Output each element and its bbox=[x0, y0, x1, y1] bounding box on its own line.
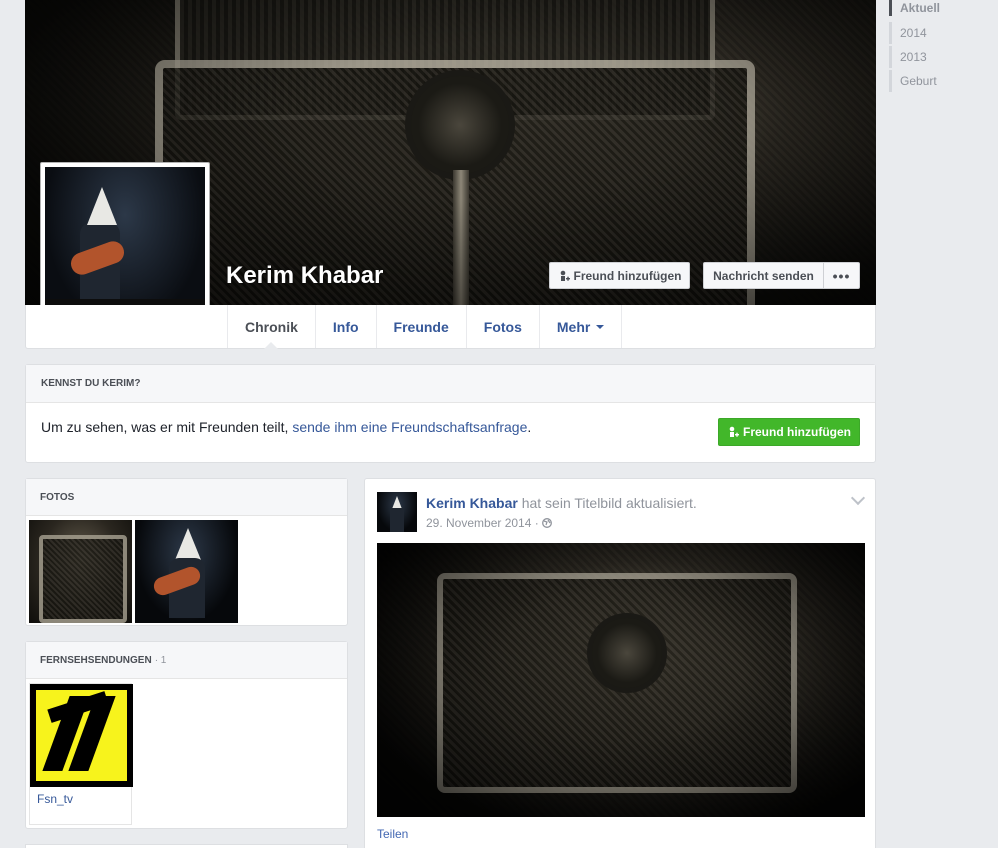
photos-box-heading[interactable]: FOTOS bbox=[26, 479, 347, 516]
tv-show-card[interactable]: Fsn_tv bbox=[29, 683, 133, 825]
tv-shows-heading: FERNSEHSENDUNGEN · 1 bbox=[26, 642, 347, 679]
photos-box: FOTOS bbox=[25, 478, 348, 626]
tab-chronik-label: Chronik bbox=[245, 318, 298, 335]
post-action-text: hat sein Titelbild aktualisiert. bbox=[517, 495, 697, 511]
add-friend-button[interactable]: Freund hinzufügen bbox=[549, 262, 690, 289]
photo-thumbnail[interactable] bbox=[135, 520, 238, 623]
tab-freunde[interactable]: Freunde bbox=[375, 305, 466, 348]
tab-info[interactable]: Info bbox=[314, 305, 376, 348]
know-box-text: Um zu sehen, was er mit Freunden teilt, … bbox=[41, 419, 531, 435]
post-author-avatar[interactable] bbox=[377, 492, 417, 532]
profile-nav-bar: Chronik Info Freunde Fotos Mehr bbox=[25, 305, 876, 349]
know-box-heading: KENNST DU KERIM? bbox=[26, 365, 875, 403]
caret-down-icon bbox=[596, 325, 605, 333]
tv-show-logo[interactable] bbox=[30, 684, 133, 787]
send-message-label: Nachricht senden bbox=[713, 268, 814, 283]
add-friend-icon bbox=[729, 426, 739, 437]
know-text-lead: Um zu sehen, was er mit Freunden teilt, bbox=[41, 419, 293, 435]
tab-info-label: Info bbox=[332, 318, 359, 335]
photo-thumbnail[interactable] bbox=[29, 520, 132, 623]
more-dots-icon: ••• bbox=[832, 267, 851, 284]
globe-icon bbox=[542, 518, 553, 528]
post-options-chevron-icon[interactable] bbox=[850, 490, 866, 506]
post-cover-image[interactable] bbox=[377, 543, 865, 817]
timeline-item-2013[interactable]: 2013 bbox=[889, 46, 998, 68]
post-date[interactable]: 29. November 2014 bbox=[426, 516, 531, 530]
timeline-item-geburt[interactable]: Geburt bbox=[889, 70, 998, 92]
add-friend-label: Freund hinzufügen bbox=[573, 268, 682, 283]
tab-mehr-label: Mehr bbox=[556, 318, 591, 335]
post-author-link[interactable]: Kerim Khabar bbox=[426, 495, 518, 511]
tab-chronik[interactable]: Chronik bbox=[227, 305, 315, 349]
timeline-year-nav: Aktuell 2014 2013 Geburt bbox=[889, 0, 998, 94]
add-friend-green-button[interactable]: Freund hinzufügen bbox=[718, 418, 860, 446]
timeline-item-aktuell[interactable]: Aktuell bbox=[889, 0, 998, 16]
share-link[interactable]: Teilen bbox=[377, 827, 408, 841]
post-meta-separator: · bbox=[531, 516, 543, 530]
know-text-end: . bbox=[527, 419, 532, 435]
profile-name[interactable]: Kerim Khabar bbox=[226, 262, 383, 290]
tab-mehr[interactable]: Mehr bbox=[538, 305, 623, 348]
send-message-button[interactable]: Nachricht senden bbox=[703, 262, 824, 289]
add-friend-icon bbox=[560, 270, 570, 281]
know-person-box: KENNST DU KERIM? Um zu sehen, was er mit… bbox=[25, 364, 876, 463]
add-friend-green-label: Freund hinzufügen bbox=[743, 425, 851, 439]
post-title: Kerim Khabar hat sein Titelbild aktualis… bbox=[426, 495, 697, 511]
tv-shows-heading-label[interactable]: FERNSEHSENDUNGEN bbox=[40, 655, 152, 666]
post-meta: 29. November 2014 · bbox=[426, 516, 553, 530]
tv-shows-box: FERNSEHSENDUNGEN · 1 Fsn_tv bbox=[25, 641, 348, 829]
timeline-post: Kerim Khabar hat sein Titelbild aktualis… bbox=[364, 478, 876, 848]
tv-shows-count: · 1 bbox=[154, 654, 167, 666]
tv-show-label[interactable]: Fsn_tv bbox=[37, 792, 73, 806]
tab-fotos[interactable]: Fotos bbox=[465, 305, 539, 348]
friend-request-link[interactable]: sende ihm eine Freundschaftsanfrage bbox=[292, 419, 527, 435]
tab-fotos-label: Fotos bbox=[483, 318, 522, 335]
tab-freunde-label: Freunde bbox=[393, 318, 449, 335]
timeline-item-2014[interactable]: 2014 bbox=[889, 22, 998, 44]
next-box-edge bbox=[25, 844, 348, 848]
more-options-button[interactable]: ••• bbox=[823, 262, 860, 289]
